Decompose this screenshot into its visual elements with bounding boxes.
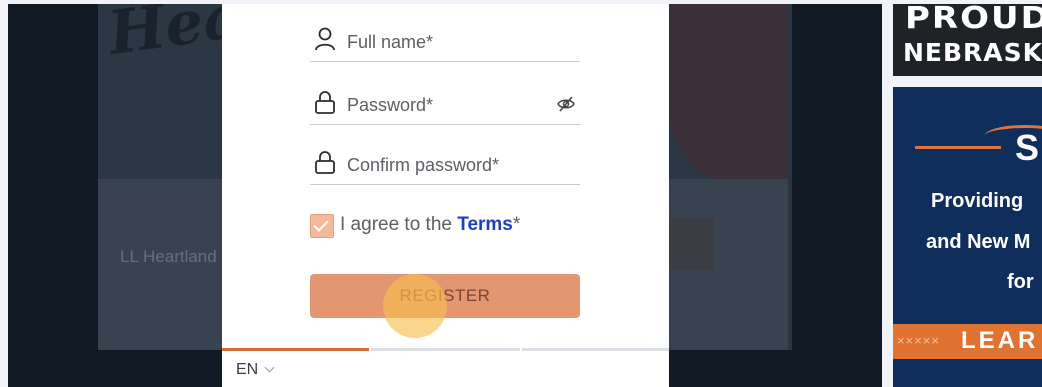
full-name-placeholder: Full name* (347, 32, 434, 52)
password-field[interactable]: Password* (310, 72, 580, 125)
agree-text: I agree to the Terms* (340, 214, 520, 236)
ad-banner-top[interactable]: PROUD NEBRASKA (893, 4, 1042, 76)
ad-cta-band: ××××× LEAR (893, 324, 1042, 359)
ad-banner-side[interactable]: S Providing and New M for ××××× LEAR (893, 87, 1042, 387)
step-separator (369, 348, 371, 351)
agree-required-mark: * (512, 214, 521, 235)
register-modal: Full name* Password* Confirm password* I… (222, 4, 669, 387)
ad-top-line1: PROUD (905, 4, 1042, 36)
user-icon (314, 27, 336, 51)
ad-top-line2: NEBRASKA (903, 38, 1042, 67)
ad-side-line1: Providing (931, 190, 1024, 212)
confirm-password-placeholder: Confirm password* (347, 155, 500, 175)
lock-icon (314, 150, 336, 174)
ad-logo-letter: S (1015, 127, 1040, 168)
agree-checkbox[interactable] (310, 214, 334, 238)
agree-prefix: I agree to the (340, 214, 458, 235)
step-progress-bar (222, 348, 669, 351)
ad-cta-text: LEAR (961, 327, 1039, 354)
background-org-text: LL Heartland (120, 247, 217, 266)
language-value: EN (236, 361, 259, 378)
lock-icon (314, 90, 336, 114)
eye-slash-icon[interactable] (556, 94, 576, 114)
ad-rule (915, 146, 1001, 149)
step-progress-fill (222, 348, 370, 351)
chevron-down-icon (264, 362, 275, 373)
password-placeholder: Password* (347, 95, 434, 115)
ad-side-line3: for (1007, 271, 1034, 293)
step-separator (520, 348, 522, 351)
register-button[interactable]: REGISTER (310, 274, 580, 318)
confirm-password-field[interactable]: Confirm password* (310, 132, 580, 185)
ad-cta-marks: ××××× (897, 333, 940, 348)
language-selector[interactable]: EN (236, 361, 275, 379)
ad-side-line2: and New M (926, 231, 1031, 253)
full-name-field[interactable]: Full name* (310, 9, 580, 62)
terms-link[interactable]: Terms (457, 214, 513, 235)
